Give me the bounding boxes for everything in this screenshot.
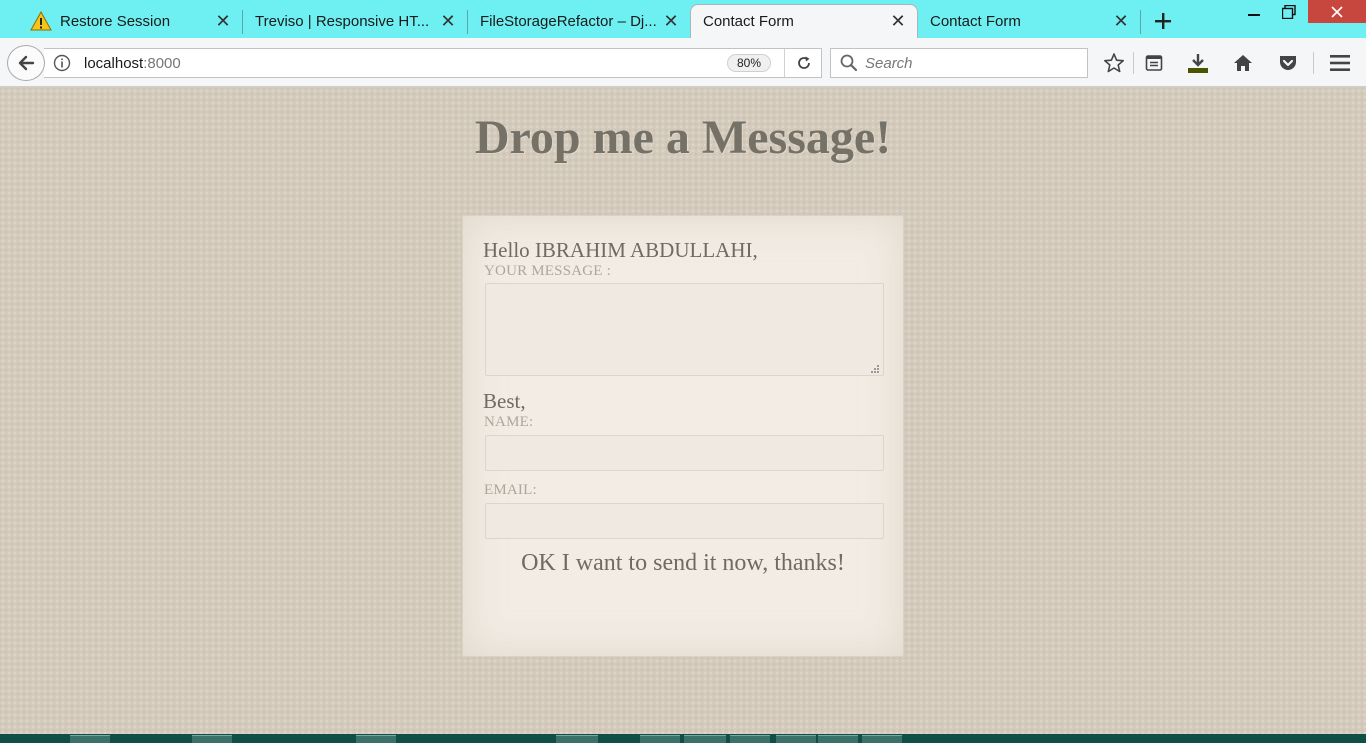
new-tab-plus-icon[interactable] [1148,6,1178,36]
taskbar-button[interactable] [730,735,770,743]
taskbar-button[interactable] [70,735,110,743]
close-icon[interactable]: ✕ [214,11,232,31]
name-field[interactable] [485,435,884,471]
navigation-toolbar: localhost:8000 80% [0,38,1366,87]
tab-separator [1140,10,1141,34]
message-label: YOUR MESSAGE : [484,263,611,279]
tab-restore-session[interactable]: Restore Session ✕ [18,4,242,38]
info-icon[interactable] [53,54,71,72]
email-label: EMAIL: [484,482,537,498]
toolbar-separator [1133,52,1134,74]
tab-strip: Restore Session ✕ Treviso | Responsive H… [0,0,1366,38]
close-window-icon[interactable] [1308,0,1366,23]
submit-button[interactable]: OK I want to send it now, thanks! [463,550,903,577]
tab-contact-form[interactable]: Contact Form ✕ [918,4,1140,38]
resize-grip-icon[interactable] [868,362,880,374]
taskbar-button[interactable] [556,735,598,743]
taskbar-button[interactable] [818,735,858,743]
page-content: Drop me a Message! Hello IBRAHIM ABDULLA… [0,88,1366,734]
email-field[interactable] [485,503,884,539]
close-icon[interactable]: ✕ [439,11,457,31]
url-port: :8000 [143,54,181,72]
tab-title: FileStorageRefactor – Dj... [480,12,657,30]
toolbar-separator [1313,52,1314,74]
reload-icon[interactable] [784,49,822,77]
greeting-text: Hello IBRAHIM ABDULLAHI, [483,238,758,262]
hamburger-menu-icon[interactable] [1325,48,1355,78]
restore-window-icon[interactable] [1276,0,1302,24]
tab-title: Contact Form [930,12,1021,30]
tab-title: Contact Form [703,13,794,30]
download-icon[interactable] [1183,48,1213,78]
minimize-icon[interactable] [1232,0,1276,24]
tab-title: Treviso | Responsive HT... [255,12,430,30]
search-bar[interactable] [830,48,1088,78]
tab-filestoragerefactor[interactable]: FileStorageRefactor – Dj... ✕ [468,4,690,38]
tab-contact-form-active[interactable]: Contact Form ✕ [690,4,918,38]
url-bar[interactable]: localhost:8000 80% [44,48,822,78]
search-icon [840,54,858,72]
tab-title: Restore Session [60,12,171,30]
bookmark-star-icon[interactable] [1099,48,1129,78]
message-textarea[interactable] [485,283,884,376]
taskbar-button[interactable] [356,735,396,743]
back-button[interactable] [7,45,45,81]
url-host: localhost [84,54,144,72]
close-icon[interactable]: ✕ [1112,11,1130,31]
taskbar-button[interactable] [684,735,726,743]
bookmarks-menu-icon[interactable] [1139,48,1169,78]
page-title: Drop me a Message! [474,111,892,164]
pocket-icon[interactable] [1273,48,1303,78]
closing-text: Best, [483,389,526,413]
taskbar-button[interactable] [862,735,902,743]
os-taskbar [0,734,1366,743]
taskbar-button[interactable] [192,735,232,743]
tab-treviso[interactable]: Treviso | Responsive HT... ✕ [243,4,467,38]
warning-icon [30,10,52,32]
name-label: NAME: [484,414,534,430]
back-arrow-icon [18,55,35,71]
taskbar-button[interactable] [776,735,816,743]
close-icon[interactable]: ✕ [889,11,907,31]
zoom-indicator[interactable]: 80% [727,54,771,72]
close-icon[interactable]: ✕ [662,11,680,31]
taskbar-button[interactable] [640,735,680,743]
search-input[interactable] [865,54,1065,72]
contact-form-card: Hello IBRAHIM ABDULLAHI, YOUR MESSAGE : … [462,215,904,657]
home-icon[interactable] [1228,48,1258,78]
